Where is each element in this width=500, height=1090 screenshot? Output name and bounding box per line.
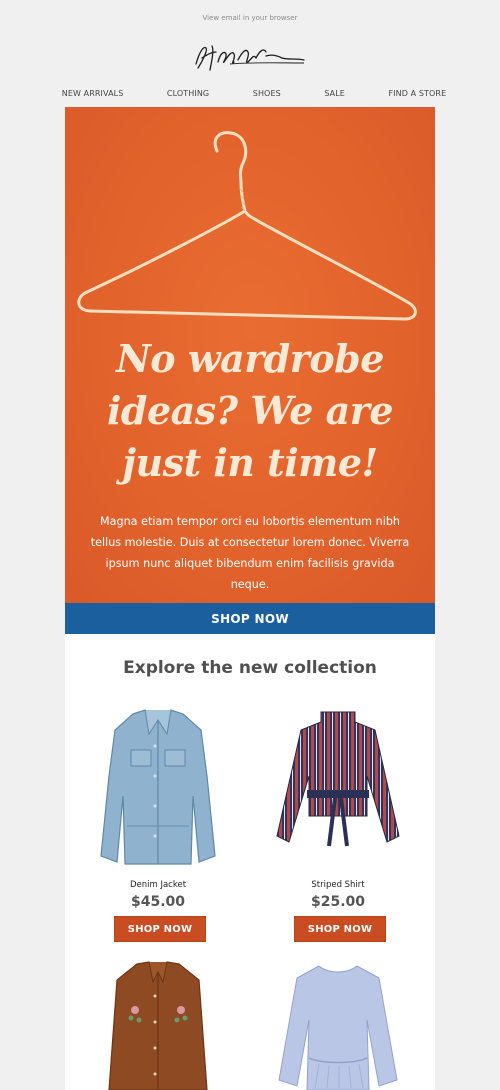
hero-body-text: Magna etiam tempor orci eu lobortis elem… — [90, 515, 410, 591]
shop-now-label: SHOP NOW — [307, 923, 373, 935]
main-nav: NEW ARRIVALS CLOTHING SHOES SALE FIND A … — [0, 80, 500, 107]
collection-title: Explore the new collection — [123, 658, 377, 678]
headline-line-3: just in time! — [122, 440, 378, 485]
top-bar: View email in your browser — [0, 0, 500, 36]
hero-headline: No wardrobe ideas? We are just in time! — [65, 333, 435, 489]
striped-shirt-icon — [276, 711, 400, 847]
hero-banner: No wardrobe ideas? We are just in time! … — [65, 107, 435, 603]
hero-shop-now-button[interactable]: SHOP NOW — [65, 603, 435, 634]
hanger-illustration — [77, 131, 417, 321]
brand-logo[interactable] — [0, 36, 500, 80]
product-name: Striped Shirt — [311, 880, 365, 890]
denim-jacket-image[interactable] — [83, 706, 233, 876]
headline-line-2: ideas? We are — [107, 388, 394, 433]
collection-section: Explore the new collection Denim Jacket … — [65, 634, 435, 1090]
product-card-blue-blouse — [263, 960, 413, 1090]
corduroy-jacket-image[interactable] — [83, 960, 233, 1090]
shop-now-button-striped-shirt[interactable]: SHOP NOW — [294, 916, 386, 942]
product-card-corduroy-jacket — [83, 960, 233, 1090]
nav-new-arrivals[interactable]: NEW ARRIVALS — [62, 89, 124, 98]
striped-shirt-image[interactable] — [263, 706, 413, 876]
shop-now-button-denim-jacket[interactable]: SHOP NOW — [114, 916, 206, 942]
blue-blouse-image[interactable] — [263, 960, 413, 1090]
nav-clothing[interactable]: CLOTHING — [167, 89, 209, 98]
nav-shoes[interactable]: SHOES — [253, 89, 281, 98]
signature-logo-icon — [195, 45, 305, 71]
product-price: $45.00 — [130, 894, 186, 910]
product-name: Denim Jacket — [129, 880, 187, 890]
denim-jacket-icon — [100, 709, 216, 865]
blue-blouse-icon — [278, 965, 398, 1090]
view-in-browser-link[interactable]: View email in your browser — [203, 14, 298, 22]
product-price: $25.00 — [310, 894, 366, 910]
shop-now-label: SHOP NOW — [127, 923, 193, 935]
headline-line-1: No wardrobe — [116, 336, 384, 381]
nav-find-a-store[interactable]: FIND A STORE — [388, 89, 446, 98]
corduroy-jacket-icon — [108, 961, 208, 1090]
nav-sale[interactable]: SALE — [324, 89, 345, 98]
hero-shop-now-label: SHOP NOW — [211, 611, 289, 626]
